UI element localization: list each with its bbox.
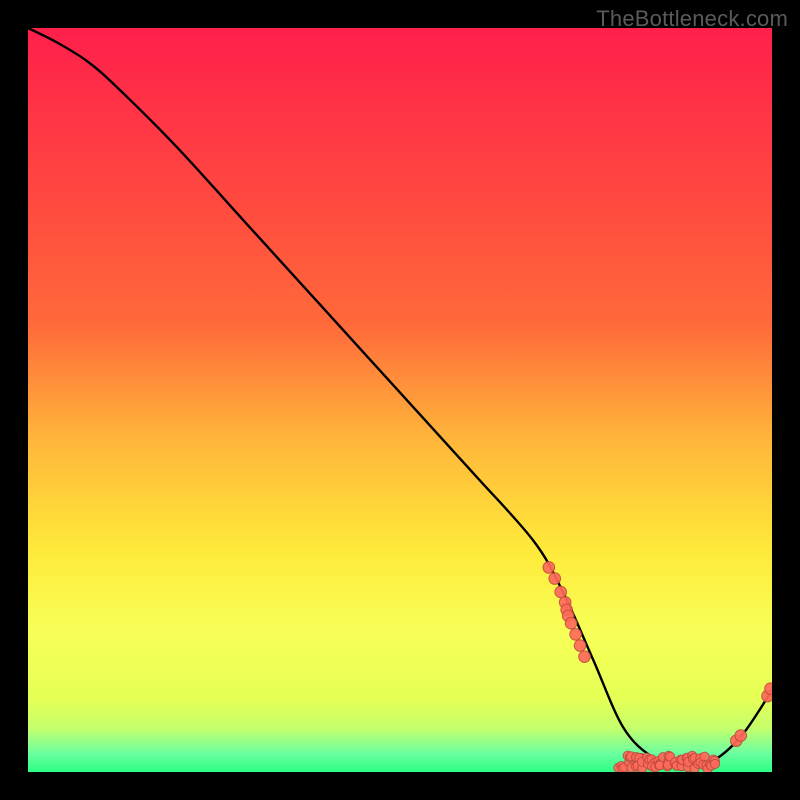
chart-frame: TheBottleneck.com: [0, 0, 800, 800]
data-marker: [735, 730, 747, 742]
data-marker: [710, 759, 719, 768]
data-marker: [549, 573, 561, 585]
data-marker: [765, 683, 772, 695]
gradient-bg: [28, 28, 772, 772]
data-marker: [574, 640, 586, 652]
plot-svg: [28, 28, 772, 772]
data-marker: [543, 562, 555, 574]
plot-area: [28, 28, 772, 772]
data-marker: [555, 586, 567, 598]
watermark-text: TheBottleneck.com: [596, 6, 788, 32]
data-marker: [565, 617, 577, 629]
data-marker: [579, 651, 591, 663]
data-marker: [570, 629, 582, 641]
